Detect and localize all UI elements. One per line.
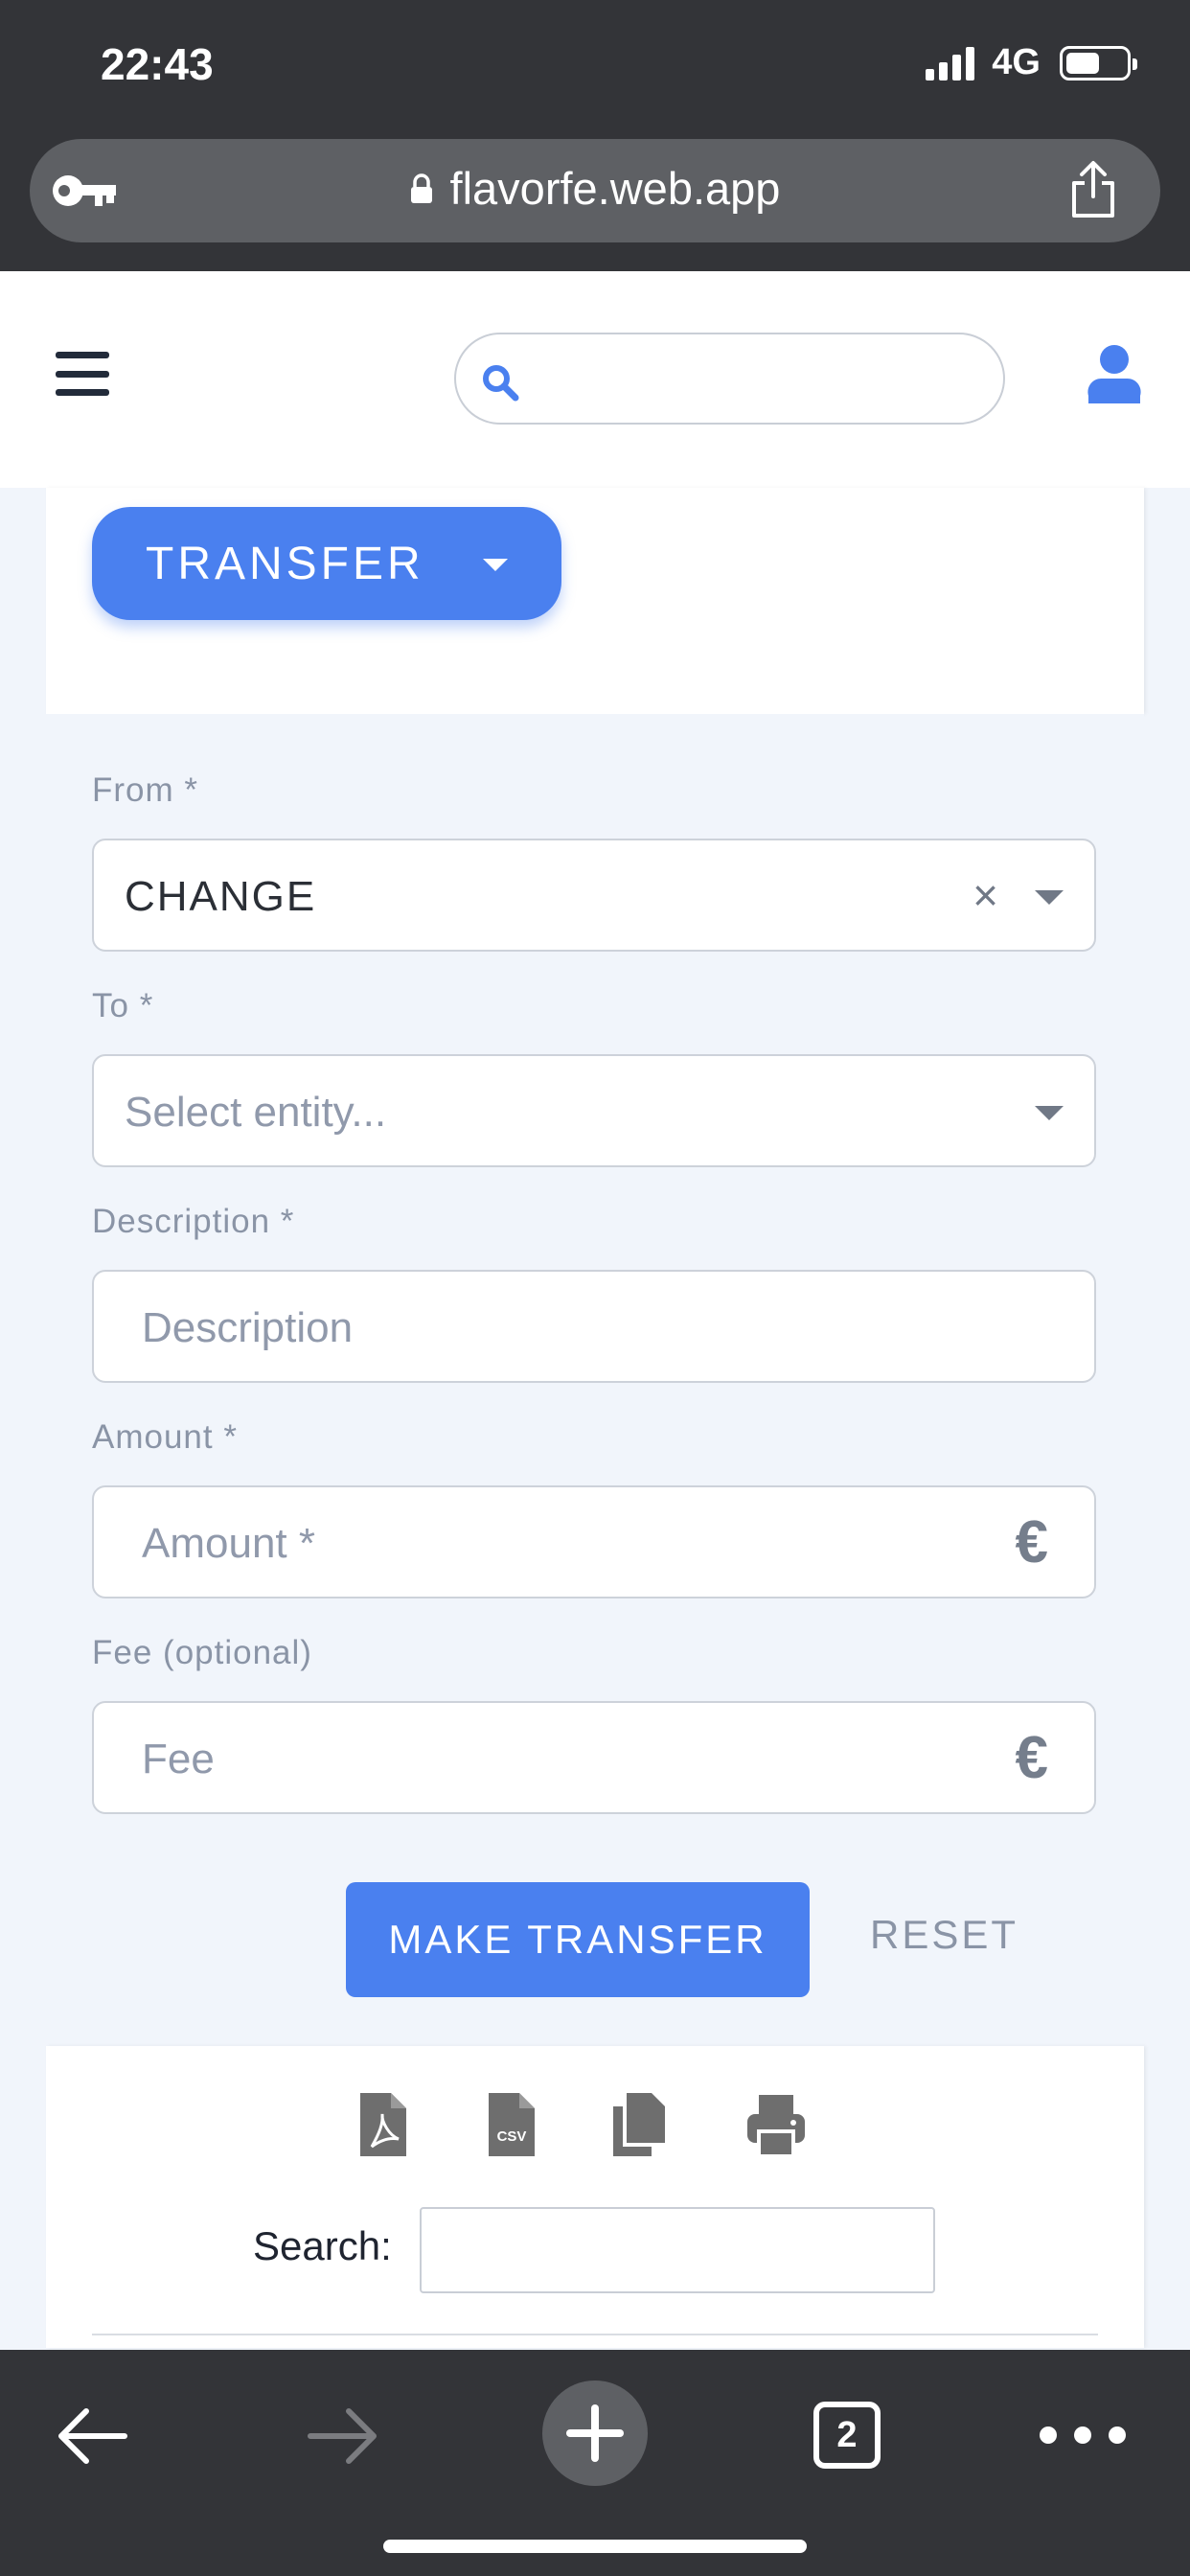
browser-address-area: flavorfe.web.app [0, 134, 1190, 271]
make-transfer-button[interactable]: MAKE TRANSFER [346, 1882, 810, 1997]
chevron-down-icon[interactable] [1035, 1106, 1064, 1120]
description-placeholder: Description [142, 1304, 354, 1351]
to-label: To * [92, 987, 154, 1024]
csv-icon[interactable]: CSV [481, 2091, 542, 2158]
network-type: 4G [992, 42, 1041, 82]
search-icon [483, 365, 519, 402]
url-text: flavorfe.web.app [449, 163, 781, 214]
chevron-down-icon [483, 559, 508, 571]
chevron-down-icon[interactable] [1035, 890, 1064, 905]
euro-icon: € [1015, 1725, 1048, 1791]
transfer-dropdown-label: TRANSFER [146, 538, 424, 589]
svg-text:CSV: CSV [497, 2128, 527, 2145]
amount-placeholder: Amount * [142, 1520, 315, 1567]
pdf-icon[interactable] [353, 2091, 414, 2158]
status-indicators: 4G [926, 42, 1137, 83]
from-label: From * [92, 771, 198, 809]
tabs-icon[interactable]: 2 [813, 2402, 881, 2469]
search-input[interactable] [454, 333, 1005, 425]
table-search-input[interactable] [420, 2207, 935, 2293]
reset-button[interactable]: RESET [870, 1912, 1018, 1958]
description-label: Description * [92, 1203, 295, 1240]
menu-icon[interactable] [56, 352, 109, 396]
table-tools: CSV Search: [46, 2046, 1144, 2348]
address-bar[interactable]: flavorfe.web.app [30, 139, 1160, 242]
euro-icon: € [1015, 1509, 1048, 1576]
fee-placeholder: Fee [142, 1736, 215, 1782]
divider [92, 2334, 1098, 2335]
new-tab-icon[interactable] [542, 2380, 648, 2486]
amount-field[interactable]: Amount * € [92, 1485, 1096, 1598]
to-placeholder: Select entity... [125, 1089, 387, 1136]
app-header [0, 271, 1190, 488]
action-panel: TRANSFER [46, 488, 1144, 714]
fee-field[interactable]: Fee € [92, 1701, 1096, 1814]
status-bar: 22:43 4G [0, 0, 1190, 134]
lock-icon [410, 172, 432, 203]
amount-label: Amount * [92, 1418, 238, 1456]
transfer-dropdown-button[interactable]: TRANSFER [92, 507, 561, 620]
to-select[interactable]: Select entity... [92, 1054, 1096, 1167]
share-icon[interactable] [1068, 160, 1118, 219]
user-icon[interactable] [1087, 344, 1142, 403]
description-field[interactable]: Description [92, 1270, 1096, 1383]
from-select[interactable]: CHANGE × [92, 839, 1096, 952]
home-indicator [383, 2540, 807, 2553]
more-icon[interactable] [1040, 2426, 1126, 2444]
clear-icon[interactable]: × [973, 869, 998, 921]
table-search-label: Search: [253, 2223, 392, 2268]
fee-label: Fee (optional) [92, 1634, 312, 1671]
back-icon[interactable] [56, 2407, 128, 2465]
from-value: CHANGE [125, 873, 317, 920]
url-display: flavorfe.web.app [30, 162, 1160, 215]
browser-toolbar: 2 [0, 2350, 1190, 2576]
battery-icon [1060, 45, 1137, 80]
copy-icon[interactable] [609, 2091, 671, 2158]
status-time: 22:43 [101, 39, 214, 89]
transfer-form: From * CHANGE × To * Select entity... De… [46, 714, 1144, 2046]
forward-icon[interactable] [307, 2407, 379, 2465]
signal-icon [926, 46, 975, 80]
print-icon[interactable] [745, 2091, 807, 2158]
